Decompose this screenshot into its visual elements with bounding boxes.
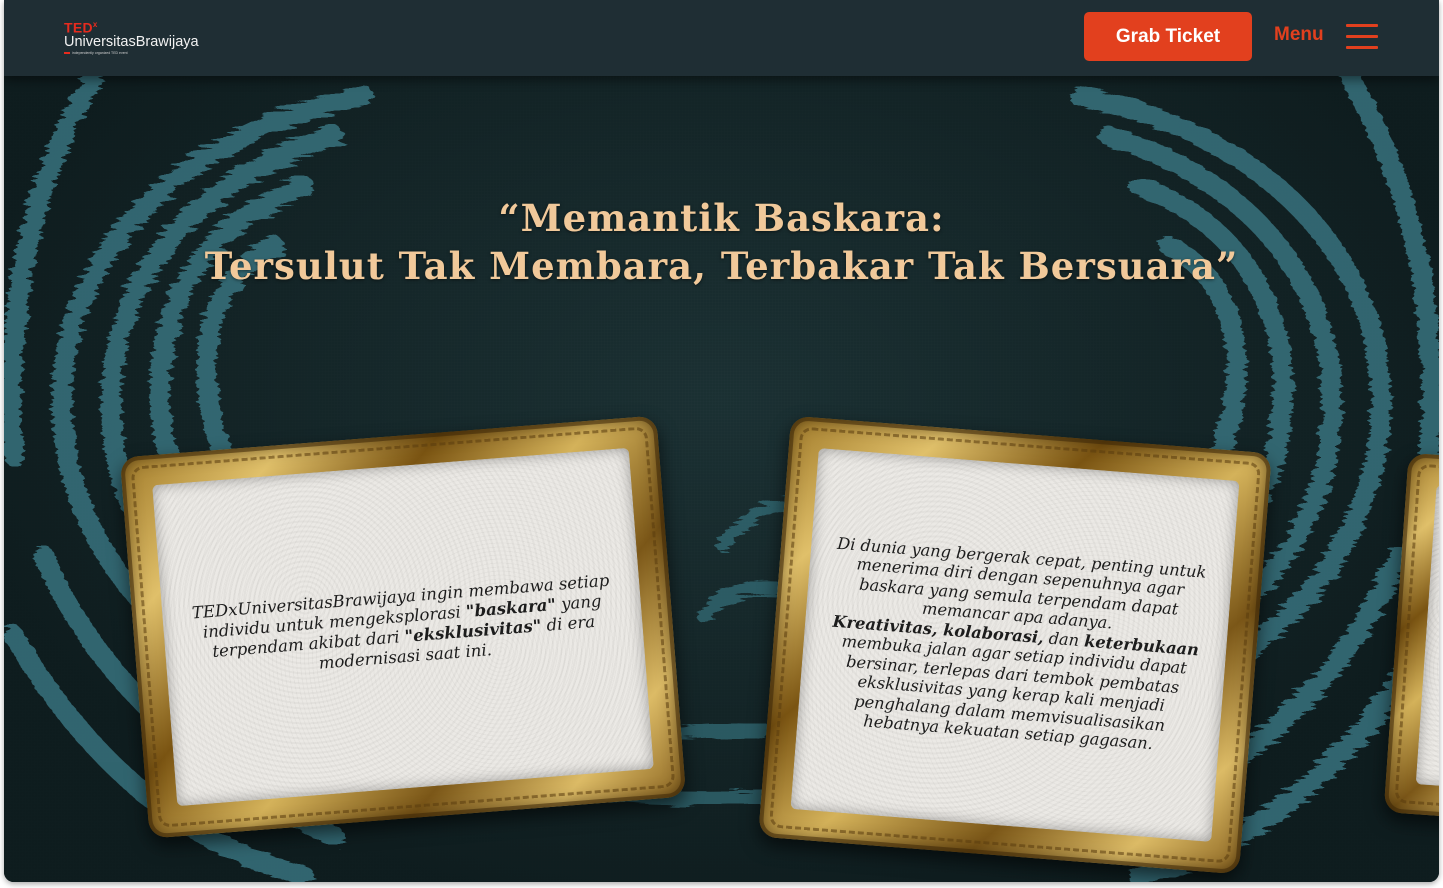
logo-event-name: UniversitasBrawijaya [64,33,199,50]
frame-partial-text-panel [1415,484,1439,792]
hero-title-line-1: “Memantik Baskara: [498,196,945,240]
hero-section: “Memantik Baskara: Tersulut Tak Membara,… [4,76,1439,882]
browser-window: TEDx UniversitasBrawijaya independently … [4,0,1439,882]
grab-ticket-button[interactable]: Grab Ticket [1084,12,1252,61]
menu-label[interactable]: Menu [1274,24,1324,46]
ornate-frame-right: Di dunia yang bergerak cepat, penting un… [758,415,1272,875]
frame-left-text-panel: TEDxUniversitasBrawijaya ingin membawa s… [152,447,654,807]
hero-title-line-2: Tersulut Tak Membara, Terbakar Tak Bersu… [204,244,1239,288]
tedx-logo[interactable]: TEDx UniversitasBrawijaya independently … [64,18,199,56]
logo-ted-mark: TEDx [64,19,98,36]
hamburger-menu-icon[interactable] [1346,24,1378,50]
navbar: TEDx UniversitasBrawijaya independently … [4,0,1439,76]
frame-left-paragraph: TEDxUniversitasBrawijaya ingin membawa s… [191,570,610,673]
hero-title: “Memantik Baskara: Tersulut Tak Membara,… [4,194,1439,290]
ornate-frame-left: TEDxUniversitasBrawijaya ingin membawa s… [119,415,687,839]
logo-tagline: independently organized TED event [64,50,199,56]
frame-right-text-panel: Di dunia yang bergerak cepat, penting un… [790,448,1240,842]
